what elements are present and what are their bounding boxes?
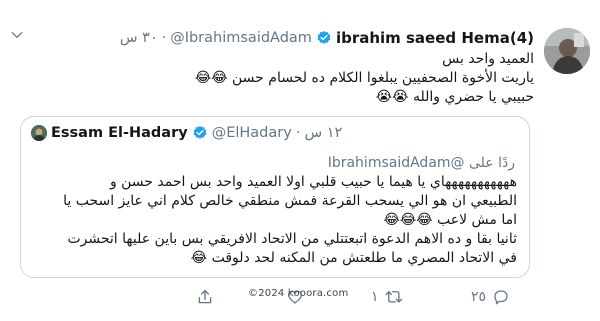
reply-icon bbox=[494, 290, 508, 305]
author-handle[interactable]: @IbrahimsaidAdam bbox=[170, 30, 312, 46]
quoted-header: Essam El-Hadary @ElHadary · ١٢ س bbox=[51, 124, 342, 142]
quoted-avatar[interactable] bbox=[31, 125, 47, 141]
quoted-time[interactable]: ١٢ س bbox=[304, 125, 342, 141]
quoted-text: هههههههههههاي يا هيما يا حبيب قلبي اولا … bbox=[29, 173, 517, 268]
tweet-actions: ٢٥ ١ bbox=[190, 287, 510, 307]
tweet-time[interactable]: ٣٠ س bbox=[120, 30, 158, 46]
tweet-header: ibrahim saeed Hema(4) @IbrahimsaidAdam ·… bbox=[120, 28, 534, 48]
reply-button[interactable]: ٢٥ bbox=[471, 288, 510, 306]
share-icon bbox=[198, 289, 212, 304]
share-button[interactable] bbox=[190, 288, 214, 306]
quoted-line: الطبيعي ان هو الي يسحب القرعة فمش منطقي … bbox=[63, 193, 517, 209]
quoted-line: ثانيا بقا و ده الاهم الدعوة اتبعتتلي من … bbox=[67, 231, 517, 247]
tweet-line: حبيبي يا حضري والله 😭😭 bbox=[375, 89, 534, 105]
quoted-line: هههههههههههاي يا هيما يا حبيب قلبي اولا … bbox=[109, 174, 517, 190]
tweet-text: العميد واحد بس ياريت الأخوة الصحفيين يبل… bbox=[84, 50, 534, 107]
separator-dot: · bbox=[161, 30, 167, 46]
retweet-count: ١ bbox=[370, 289, 379, 305]
author-name[interactable]: ibrahim saeed Hema(4) bbox=[336, 29, 534, 47]
quoted-line: في الاتحاد المصري ما طلعتش من المكنه لحد… bbox=[190, 250, 517, 266]
quoted-tweet[interactable]: Essam El-Hadary @ElHadary · ١٢ س ردًا عل… bbox=[20, 116, 530, 278]
retweet-icon bbox=[385, 291, 403, 303]
verified-badge-icon bbox=[192, 125, 208, 141]
tweet-line: ياريت الأخوة الصحفيين يبلغوا الكلام ده ل… bbox=[194, 70, 534, 86]
quoted-author-name[interactable]: Essam El-Hadary bbox=[51, 125, 188, 141]
quoted-line: اما مش لاعب 😂😂😂 bbox=[383, 212, 517, 228]
retweet-button[interactable]: ١ bbox=[371, 288, 405, 306]
tweet-card[interactable]: ibrahim saeed Hema(4) @IbrahimsaidAdam ·… bbox=[0, 0, 600, 321]
avatar[interactable] bbox=[544, 28, 590, 74]
watermark: ©2024 kooora.com bbox=[248, 288, 349, 299]
chevron-down-icon[interactable] bbox=[10, 28, 24, 42]
separator-dot: · bbox=[295, 125, 301, 141]
quoted-author-handle[interactable]: @ElHadary bbox=[212, 125, 292, 141]
reply-count: ٢٥ bbox=[470, 289, 486, 305]
reply-to-label[interactable]: ردًا على @IbrahimsaidAdam bbox=[328, 155, 515, 171]
tweet-line: العميد واحد بس bbox=[442, 51, 534, 67]
verified-badge-icon bbox=[316, 30, 332, 46]
